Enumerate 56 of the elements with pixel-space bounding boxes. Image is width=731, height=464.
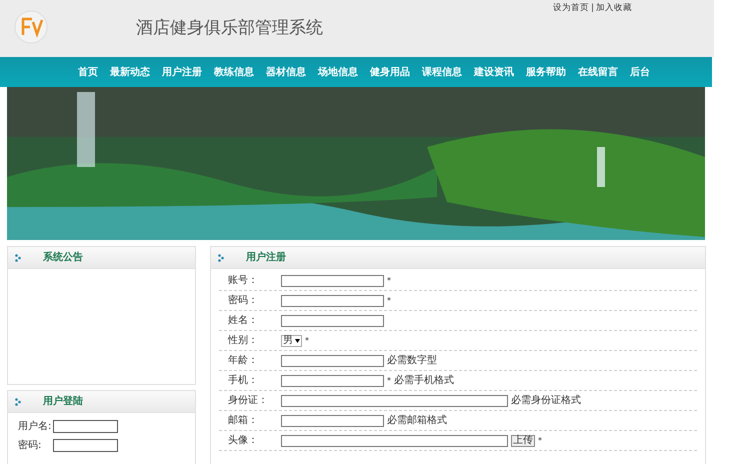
bullet-icon: [15, 398, 21, 406]
hint-text: 必需身份证格式: [511, 394, 581, 408]
text-field[interactable]: [281, 294, 384, 306]
field-label: 账号：: [227, 274, 259, 288]
hint-text: 必需邮箱格式: [387, 414, 447, 428]
required-mark: *: [305, 334, 309, 346]
nav-link[interactable]: 首页: [78, 64, 98, 80]
field-label: 手机：: [227, 374, 259, 388]
hint-text: 必需手机格式: [394, 374, 454, 388]
nav-link[interactable]: 建设资讯: [474, 64, 514, 80]
required-mark: *: [387, 294, 391, 306]
field-label: 年龄：: [227, 354, 259, 368]
gender-select[interactable]: 男: [281, 334, 302, 346]
required-mark: *: [387, 374, 391, 386]
field-label: 头像：: [227, 434, 259, 448]
text-field[interactable]: [281, 434, 508, 446]
field-label: 用户名:: [18, 420, 52, 434]
text-field[interactable]: [281, 314, 384, 326]
text-field[interactable]: [53, 420, 118, 433]
field-label: 密码:: [18, 438, 42, 453]
required-mark: *: [538, 434, 542, 446]
nav-link[interactable]: 用户注册: [162, 64, 202, 80]
nav-link[interactable]: 最新动态: [110, 64, 150, 80]
logo-icon: [14, 10, 48, 44]
separator-text: |: [591, 2, 594, 15]
nav-link[interactable]: 服务帮助: [526, 64, 566, 80]
nav-link[interactable]: 课程信息: [422, 64, 462, 80]
field-label: 姓名：: [227, 314, 259, 328]
site-title: 酒店健身俱乐部管理系统: [136, 17, 323, 40]
field-label: 邮箱：: [227, 414, 259, 428]
bullet-icon: [218, 254, 224, 262]
set-homepage-link[interactable]: 设为首页: [553, 2, 590, 15]
text-field[interactable]: [281, 354, 384, 366]
nav-link[interactable]: 教练信息: [214, 64, 254, 80]
panel-title: 用户登陆: [43, 394, 83, 409]
nav-link[interactable]: 在线留言: [578, 64, 618, 80]
text-field[interactable]: [281, 414, 384, 426]
bullet-icon: [15, 254, 21, 262]
field-label: 密码：: [227, 294, 259, 308]
caret-icon: [295, 338, 300, 342]
text-field[interactable]: [53, 439, 118, 452]
nav-link[interactable]: 后台: [630, 64, 650, 80]
nav-link[interactable]: 场地信息: [318, 64, 358, 80]
nav-link[interactable]: 器材信息: [266, 64, 306, 80]
upload-button[interactable]: 上传: [511, 434, 535, 446]
nav-link[interactable]: 健身用品: [370, 64, 410, 80]
text-field[interactable]: [281, 374, 384, 386]
panel-title: 系统公告: [43, 250, 83, 265]
required-mark: *: [387, 274, 391, 286]
bookmark-link[interactable]: 加入收藏: [596, 2, 632, 15]
panel-title: 用户注册: [246, 250, 286, 265]
text-field[interactable]: [281, 394, 508, 406]
field-label: 身份证：: [227, 394, 269, 408]
text-field[interactable]: [281, 274, 384, 286]
field-label: 性别：: [226, 334, 259, 348]
hint-text: 必需数字型: [387, 354, 437, 368]
